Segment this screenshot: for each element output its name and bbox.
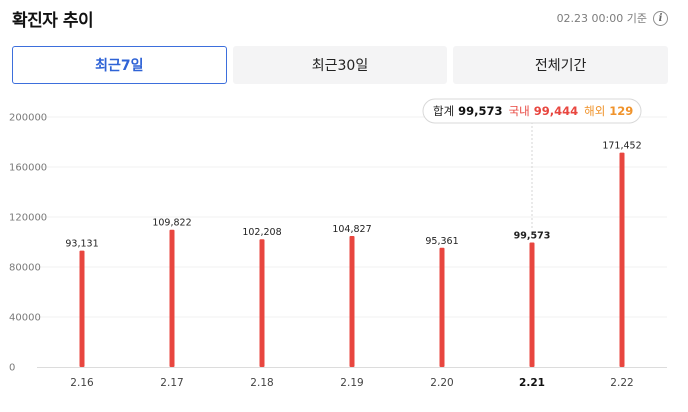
x-tick-label: 2.21 (519, 377, 545, 389)
tooltip-text: 합계 99,573 국내 99,444 해외 129 (433, 104, 633, 118)
tooltip-total-value: 99,573 (458, 104, 502, 118)
y-tick-label: 200000 (9, 113, 47, 124)
period-tabs: 최근7일 최근30일 전체기간 (12, 46, 669, 84)
tooltip: 합계 99,573 국내 99,444 해외 129 (422, 98, 642, 124)
bar-value-label: 171,452 (602, 141, 641, 152)
tab-all-period[interactable]: 전체기간 (453, 46, 669, 84)
tooltip-domestic-value: 99,444 (534, 104, 578, 118)
x-tick-label: 2.16 (70, 377, 94, 389)
update-time: 02.23 00:00 기준 (556, 12, 647, 25)
y-tick-label: 80000 (9, 263, 41, 274)
bar (439, 247, 445, 367)
tooltip-overseas-value: 129 (609, 104, 633, 118)
x-tick-label: 2.20 (430, 377, 453, 389)
y-tick-label: 120000 (9, 213, 47, 224)
bar (349, 235, 355, 367)
bar (169, 229, 175, 367)
x-tick-label: 2.22 (610, 377, 633, 389)
bar (259, 239, 265, 367)
x-tick-label: 2.19 (340, 377, 363, 389)
x-tick-label: 2.18 (250, 377, 273, 389)
bar (529, 242, 535, 367)
tooltip-domestic-label: 국내 (509, 104, 530, 118)
tooltip-box (422, 98, 642, 124)
x-tick-label: 2.17 (160, 377, 183, 389)
bar-value-label: 93,131 (65, 239, 98, 250)
bar-value-label: 109,822 (152, 218, 191, 229)
y-tick-label: 160000 (9, 163, 47, 174)
update-time-area: 02.23 00:00 기준 i (557, 10, 668, 26)
page-title: 확진자 추이 (12, 11, 94, 31)
bar (619, 152, 625, 367)
bar-value-label: 99,573 (514, 231, 551, 242)
bar-value-label: 102,208 (242, 227, 281, 238)
tooltip-total-label: 합계 (433, 104, 454, 118)
bar-value-label: 95,361 (425, 236, 458, 247)
y-tick-label: 0 (9, 363, 15, 374)
info-icon[interactable]: i (653, 10, 668, 26)
bar-value-label: 104,827 (332, 224, 371, 235)
tooltip-overseas-label: 해외 (584, 104, 605, 118)
chart-header: 확진자 추이 02.23 00:00 기준 i (12, 0, 668, 38)
tab-recent-30-days[interactable]: 최근30일 (232, 46, 448, 84)
confirmed-cases-bar-chart: 0 40000 80000 120000 160000 200000 93,131 2.16 1… (9, 98, 667, 389)
bar (79, 250, 85, 367)
tab-recent-7-days[interactable]: 최근7일 (12, 46, 227, 84)
y-tick-label: 40000 (9, 313, 41, 324)
